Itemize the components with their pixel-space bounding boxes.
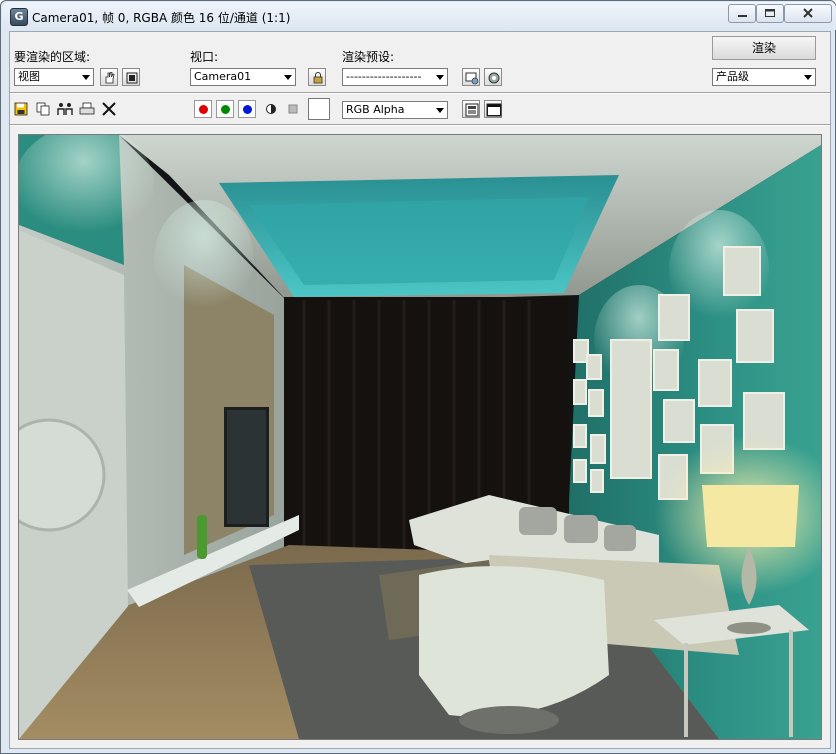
preset-dropdown[interactable]: ------------------- (342, 68, 448, 86)
copy-icon (36, 102, 50, 116)
mono-square-icon (288, 104, 298, 114)
quality-dropdown[interactable]: 产品级 (712, 68, 816, 86)
render-setup-icon (465, 72, 479, 85)
save-icon (14, 102, 28, 116)
title-bar[interactable]: G Camera01, 帧 0, RGBA 颜色 16 位/通道 (1:1) (2, 2, 836, 30)
channel-red-toggle[interactable] (194, 100, 212, 118)
maximize-icon (765, 9, 775, 17)
render-button[interactable]: 渲染 (712, 36, 816, 60)
toolbar-divider (10, 92, 830, 94)
viewport-label: 视口: (190, 50, 219, 64)
minimize-icon (738, 15, 747, 17)
clone-people-icon (57, 103, 73, 115)
render-frame-client: 要渲染的区域: 视口: 渲染预设: 渲染 视图 Camera01 -------… (9, 31, 831, 749)
chevron-down-icon (280, 69, 295, 85)
print-image-button[interactable] (78, 100, 96, 118)
render-frame-window: G Camera01, 帧 0, RGBA 颜色 16 位/通道 (1:1) 要… (0, 0, 836, 754)
channel-dropdown[interactable]: RGB Alpha (342, 101, 448, 119)
gear-icon (488, 72, 500, 84)
lock-icon (313, 72, 323, 84)
alpha-toggle[interactable] (262, 100, 280, 118)
window-icon (486, 103, 502, 117)
close-icon (102, 102, 116, 116)
monochrome-toggle[interactable] (284, 100, 302, 118)
rendered-living-room-image (19, 135, 821, 739)
channel-dropdown-value: RGB Alpha (346, 103, 405, 116)
auto-region-button[interactable] (122, 68, 140, 86)
save-image-button[interactable] (12, 100, 30, 118)
window-title: Camera01, 帧 0, RGBA 颜色 16 位/通道 (1:1) (32, 11, 291, 25)
close-button[interactable] (784, 4, 832, 23)
toggle-ui-button[interactable] (484, 100, 502, 118)
clear-button[interactable] (100, 100, 118, 118)
edit-region-button[interactable] (100, 68, 118, 86)
green-channel-icon (221, 105, 230, 114)
red-channel-icon (199, 105, 208, 114)
chevron-down-icon (800, 69, 815, 85)
channel-blue-toggle[interactable] (238, 100, 256, 118)
preset-dropdown-value: ------------------- (346, 70, 422, 83)
viewport-dropdown-value: Camera01 (194, 70, 252, 83)
area-dropdown-value: 视图 (18, 70, 40, 83)
printer-icon (79, 102, 95, 115)
chevron-down-icon (78, 69, 93, 85)
render-setup-button[interactable] (462, 68, 480, 86)
region-select-icon (126, 72, 138, 84)
overlay-icon (465, 103, 479, 117)
environment-button[interactable] (484, 68, 502, 86)
close-icon (803, 8, 813, 18)
lock-viewport-button[interactable] (308, 68, 326, 86)
hand-icon (105, 72, 115, 84)
maximize-button[interactable] (756, 4, 784, 23)
rendered-image-viewport[interactable] (18, 134, 822, 740)
clone-frame-button[interactable] (56, 100, 74, 118)
toolbar-divider-2 (10, 124, 830, 126)
app-icon: G (10, 8, 28, 26)
viewport-dropdown[interactable]: Camera01 (190, 68, 296, 86)
preset-label: 渲染预设: (342, 50, 395, 64)
blue-channel-icon (243, 105, 252, 114)
minimize-button[interactable] (728, 4, 756, 23)
color-swatch[interactable] (308, 98, 330, 120)
quality-dropdown-value: 产品级 (716, 70, 749, 83)
toggle-ui-overlay-button[interactable] (462, 100, 480, 118)
half-circle-icon (266, 104, 276, 114)
channel-green-toggle[interactable] (216, 100, 234, 118)
area-label: 要渲染的区域: (14, 50, 91, 64)
copy-image-button[interactable] (34, 100, 52, 118)
chevron-down-icon (432, 102, 447, 118)
chevron-down-icon (432, 69, 447, 85)
area-dropdown[interactable]: 视图 (14, 68, 94, 86)
